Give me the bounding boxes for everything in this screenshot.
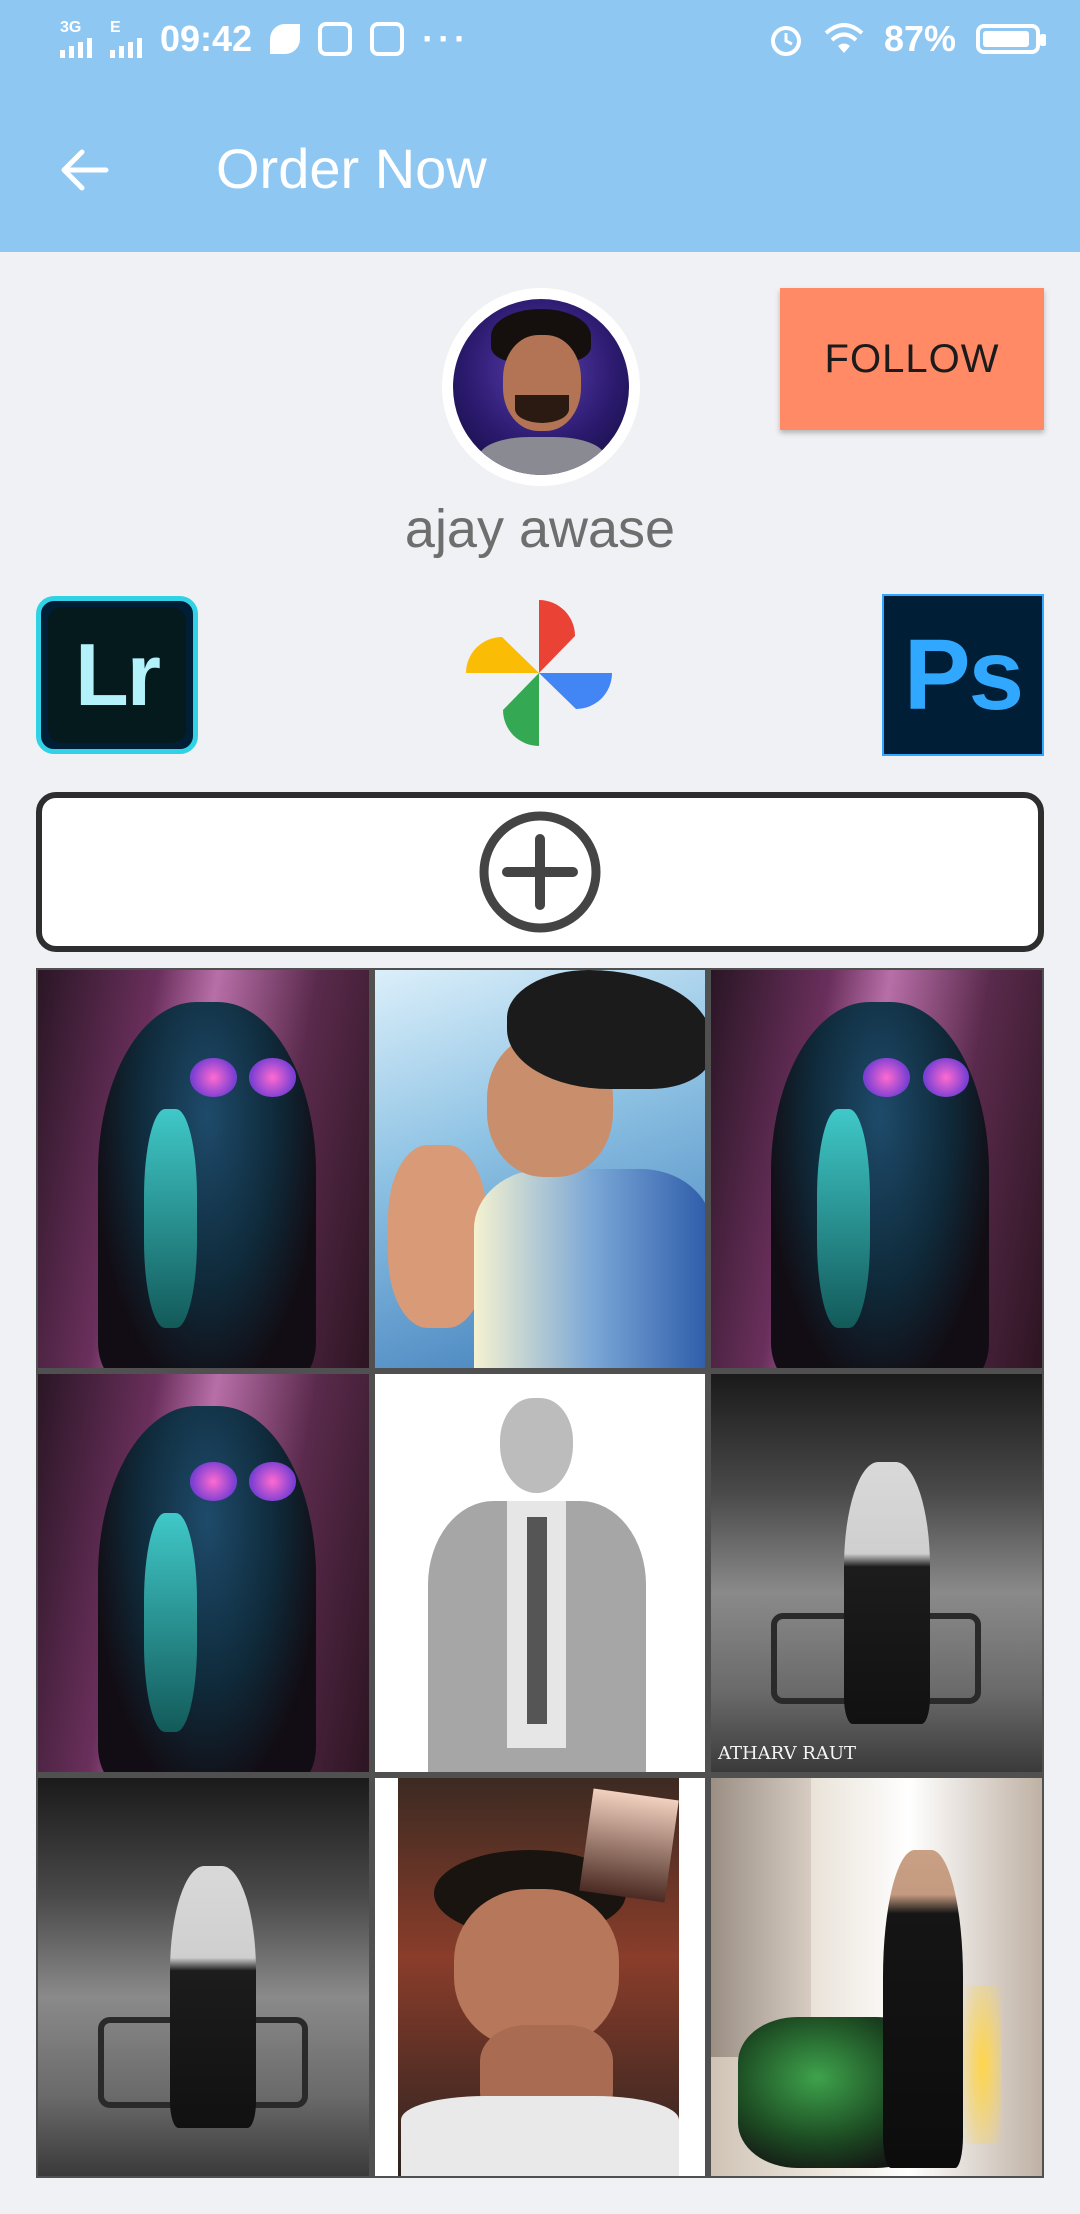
photo-watermark: ATHARV RAUT: [717, 1743, 857, 1765]
more-notifications-icon: ···: [422, 18, 471, 59]
photo-tile[interactable]: [38, 1374, 369, 1772]
back-button[interactable]: [52, 138, 116, 202]
photo-tile[interactable]: [374, 970, 706, 1368]
photoshop-label: Ps: [903, 618, 1024, 731]
leaf-icon: [270, 24, 301, 54]
battery-icon: [976, 24, 1046, 54]
battery-percentage: 87%: [883, 18, 956, 59]
status-time: 09:42: [160, 18, 253, 59]
photo-tile[interactable]: [38, 970, 369, 1368]
photo-tile[interactable]: [38, 1778, 369, 2176]
app-bar: 3G E 09:42 ··· 87% Order Now: [0, 0, 1080, 252]
wifi-icon: [824, 23, 864, 53]
network-type-label: E: [110, 19, 121, 36]
photo-tile-placeholder[interactable]: [374, 1374, 706, 1772]
message-icon: [370, 22, 405, 56]
avatar-photo: [453, 299, 629, 475]
arrow-back-icon: [61, 149, 109, 191]
lightroom-label: Lr: [48, 607, 186, 743]
photo-tile[interactable]: [711, 1778, 1042, 2176]
google-photos-icon[interactable]: [466, 600, 612, 746]
username: ajay awase: [404, 499, 676, 559]
alarm-icon: [770, 26, 801, 56]
follow-button[interactable]: FOLLOW: [780, 288, 1044, 430]
photo-grid: ATHARV RAUT: [36, 968, 1044, 2178]
signal-3g-icon: 3G: [60, 20, 92, 58]
avatar[interactable]: [442, 288, 640, 486]
photoshop-app-icon[interactable]: Ps: [882, 594, 1044, 756]
photo-tile[interactable]: [711, 970, 1042, 1368]
add-photo-button[interactable]: [36, 792, 1044, 952]
screenshot-icon: [318, 22, 353, 56]
lightroom-app-icon[interactable]: Lr: [36, 596, 198, 754]
page-title: Order Now: [216, 137, 487, 200]
signal-e-icon: E: [110, 20, 142, 58]
photo-tile[interactable]: ATHARV RAUT: [711, 1374, 1042, 1772]
status-bar: 3G E 09:42 ··· 87%: [0, 0, 1080, 84]
network-type-label: 3G: [60, 19, 82, 36]
add-circle-icon: [479, 811, 601, 933]
photo-tile[interactable]: [374, 1778, 706, 2176]
